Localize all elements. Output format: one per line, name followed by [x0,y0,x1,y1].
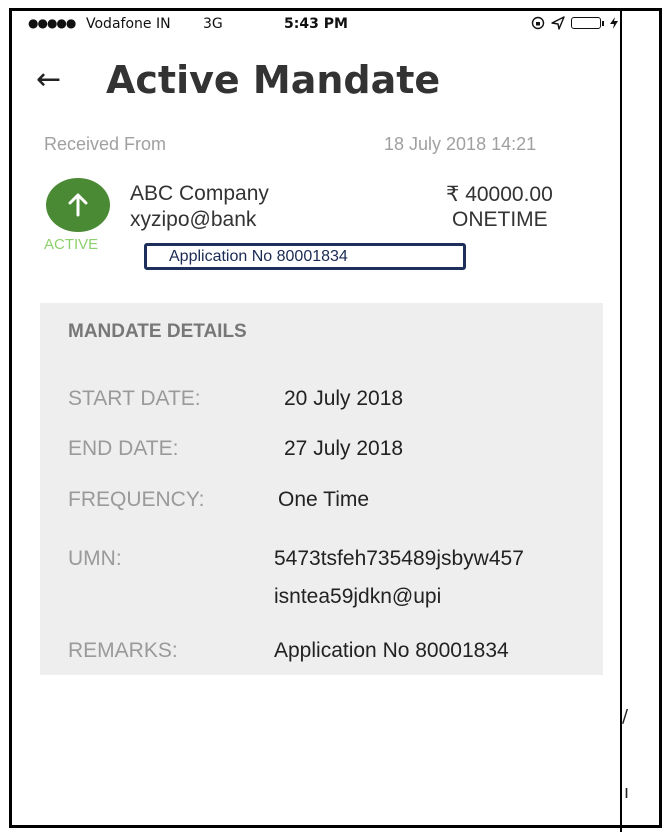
application-number-box: Application No 80001834 [144,243,466,270]
start-date-label: START DATE: [68,387,201,410]
payee-vpa: xyzipo@bank [130,208,257,231]
network-type: 3G [203,16,223,32]
status-time: 5:43 PM [284,16,348,32]
payee-name: ABC Company [130,182,269,205]
location-arrow-icon [551,16,565,30]
back-arrow-icon[interactable]: ← [36,62,61,97]
umn-value-line1: 5473tsfeh735489jsbyw457 [274,547,524,570]
remarks-value: Application No 80001834 [274,639,509,662]
battery-icon [571,17,601,29]
frequency-tag: ONETIME [452,208,548,231]
arrow-up-icon [68,193,88,217]
stray-mark-bar: ı [624,782,630,803]
end-date-value: 27 July 2018 [284,437,404,460]
signal-strength-icon: ●●●●● [28,16,76,30]
remarks-label: REMARKS: [68,639,178,662]
charging-bolt-icon [610,17,618,29]
mandate-details-card: MANDATE DETAILS START DATE: 20 July 2018… [40,303,603,675]
carrier-name: Vodafone IN [86,16,171,32]
mandate-details-heading: MANDATE DETAILS [68,321,247,342]
lock-rotation-icon [531,16,545,30]
payee-avatar [46,178,110,232]
page-title: Active Mandate [106,58,441,102]
status-icons [531,16,618,30]
received-from-label: Received From [44,134,167,154]
frequency-label: FREQUENCY: [68,488,205,511]
end-date-label: END DATE: [68,437,179,460]
status-bar: ●●●●● Vodafone IN 3G 5:43 PM [28,14,618,38]
start-date-value: 20 July 2018 [284,387,404,410]
umn-label: UMN: [68,547,122,570]
frequency-value: One Time [278,488,370,511]
status-badge: ACTIVE [44,236,99,253]
received-datetime: 18 July 2018 14:21 [384,134,537,154]
stray-mark-slash: / [622,706,629,727]
umn-value-line2: isntea59jdkn@upi [274,585,442,608]
mandate-amount: ₹ 40000.00 [446,183,553,206]
battery-tip [602,20,604,26]
